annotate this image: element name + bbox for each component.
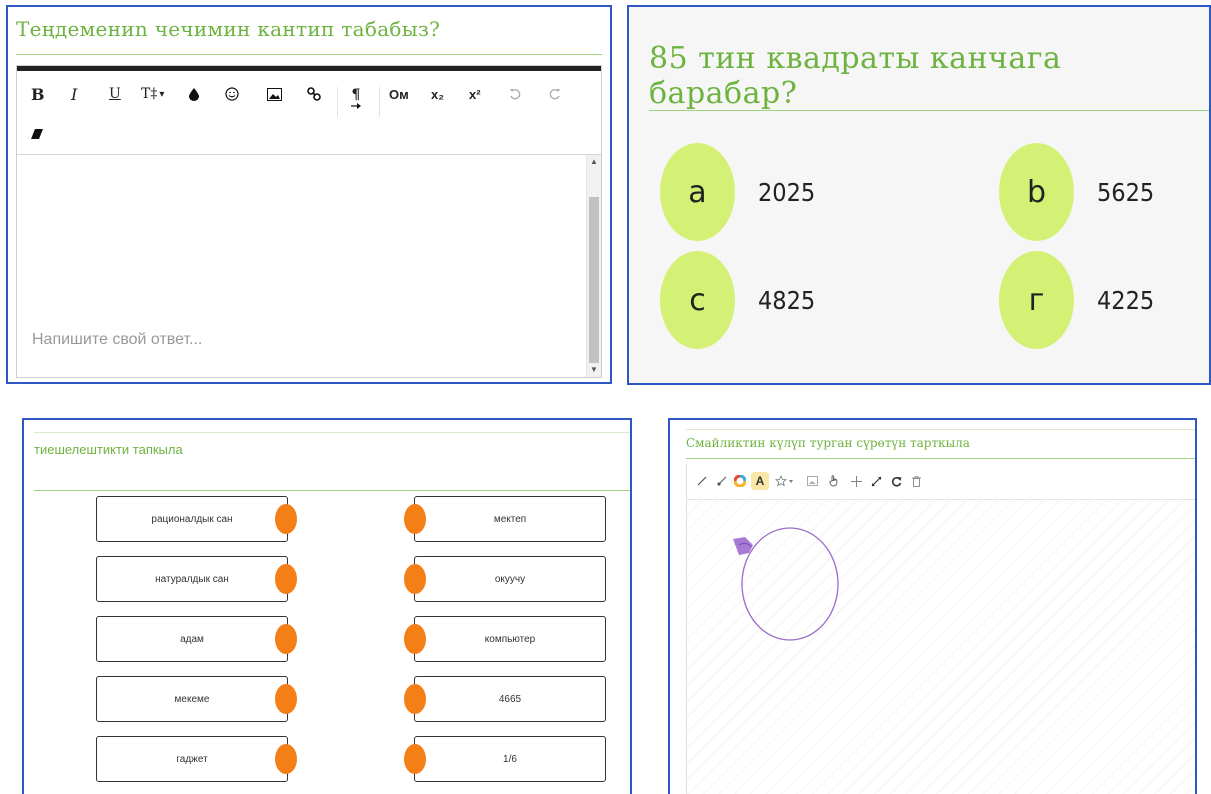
undo-icon	[510, 89, 521, 100]
question-title: 85 тин квадраты канчага барабар?	[649, 41, 1062, 111]
insert-link-button[interactable]	[307, 81, 321, 107]
underline-button[interactable]: U	[109, 81, 121, 107]
font-size-button[interactable]: T‡ ▾	[141, 81, 164, 107]
subscript-button[interactable]: x₂	[431, 81, 444, 107]
scroll-up-icon[interactable]: ▲	[587, 155, 601, 169]
question-title: Смайликтин күлүп турган сүрөтүн тарткыла	[686, 436, 970, 450]
match-right-item[interactable]: 1/6	[414, 736, 606, 782]
divider	[34, 432, 630, 433]
font-size-label: T‡	[141, 86, 158, 102]
drawn-circle	[733, 527, 839, 641]
special-chars-button[interactable]: Ом	[389, 81, 409, 107]
option-letter: г	[999, 251, 1074, 349]
match-right-item[interactable]: мектеп	[414, 496, 606, 542]
pencil-icon[interactable]	[693, 472, 711, 490]
rich-text-editor: B I U T‡ ▾ ¶ Ом x₂ x² Напишите свой отве…	[16, 65, 602, 378]
multiple-choice-panel: 85 тин квадраты канчага барабар? a 2025 …	[627, 5, 1211, 385]
insert-image-button[interactable]	[267, 81, 282, 107]
match-right-connector[interactable]	[404, 684, 426, 714]
link-icon	[307, 87, 321, 101]
match-left-item[interactable]: натуралдык сан	[96, 556, 288, 602]
match-left-connector[interactable]	[275, 684, 297, 714]
pilcrow-icon: ¶	[351, 87, 361, 103]
answer-placeholder: Напишите свой ответ...	[32, 331, 203, 348]
color-wheel-icon[interactable]	[731, 472, 749, 490]
option-value: 4225	[1097, 285, 1155, 315]
image-icon[interactable]	[803, 472, 821, 490]
divider	[686, 429, 1195, 430]
paragraph-direction-button[interactable]: ¶	[351, 81, 361, 115]
move-icon[interactable]	[847, 472, 865, 490]
answer-text-area[interactable]: Напишите свой ответ... ▲ ▼	[17, 155, 601, 377]
option-b[interactable]: b 5625	[999, 143, 1154, 241]
match-left-connector[interactable]	[275, 624, 297, 654]
match-left-item[interactable]: гаджет	[96, 736, 288, 782]
editor-toolbar: B I U T‡ ▾ ¶ Ом x₂ x²	[17, 71, 601, 155]
option-c[interactable]: c 4825	[660, 251, 815, 349]
divider	[16, 54, 602, 55]
toolbar-separator	[379, 87, 380, 117]
smiley-icon	[225, 87, 239, 101]
matching-panel: тиешелештикти тапкыла рационалдык сан на…	[22, 418, 632, 794]
eraser-icon	[31, 129, 43, 139]
arrow-right-icon	[351, 103, 361, 109]
match-right-connector[interactable]	[404, 744, 426, 774]
italic-button[interactable]: I	[71, 81, 77, 107]
redo-icon	[549, 89, 560, 100]
match-left-connector[interactable]	[275, 744, 297, 774]
match-left-connector[interactable]	[275, 564, 297, 594]
question-title: Теңдемениn чечимин кантип табабыз?	[16, 17, 441, 41]
star-icon[interactable]	[773, 472, 797, 490]
undo-button[interactable]	[509, 81, 521, 107]
toolbar-separator	[337, 87, 338, 117]
text-color-button[interactable]	[189, 81, 199, 107]
superscript-button[interactable]: x²	[469, 81, 481, 107]
option-value: 5625	[1097, 177, 1155, 207]
drawing-toolbar: A	[687, 464, 1195, 500]
match-left-connector[interactable]	[275, 504, 297, 534]
drawing-area: A	[686, 464, 1195, 794]
option-letter: b	[999, 143, 1074, 241]
match-right-connector[interactable]	[404, 564, 426, 594]
option-value: 2025	[758, 177, 816, 207]
match-right-connector[interactable]	[404, 504, 426, 534]
divider	[649, 110, 1209, 111]
image-icon	[267, 87, 282, 101]
brush-icon[interactable]	[713, 472, 731, 490]
option-letter: a	[660, 143, 735, 241]
trash-icon[interactable]	[907, 472, 925, 490]
divider	[686, 458, 1195, 459]
redo-icon[interactable]	[887, 472, 905, 490]
bold-button[interactable]: B	[31, 81, 45, 107]
scrollbar[interactable]: ▲ ▼	[586, 155, 601, 377]
match-right-connector[interactable]	[404, 624, 426, 654]
match-right-item[interactable]: компьютер	[414, 616, 606, 662]
option-letter: c	[660, 251, 735, 349]
match-right-item[interactable]: окуучу	[414, 556, 606, 602]
redo-button[interactable]	[549, 81, 561, 107]
scroll-thumb[interactable]	[589, 197, 599, 363]
question-title: тиешелештикти тапкыла	[34, 442, 183, 457]
hand-icon[interactable]	[825, 472, 843, 490]
drawing-panel: Смайликтин күлүп турган сүрөтүн тарткыла…	[668, 418, 1197, 794]
match-right-item[interactable]: 4665	[414, 676, 606, 722]
text-icon[interactable]: A	[751, 472, 769, 490]
chevron-down-icon: ▾	[159, 88, 165, 100]
match-left-item[interactable]: адам	[96, 616, 288, 662]
resize-icon[interactable]	[867, 472, 885, 490]
scroll-down-icon[interactable]: ▼	[587, 363, 601, 377]
option-value: 4825	[758, 285, 816, 315]
text-answer-panel: Теңдемениn чечимин кантип табабыз? B I U…	[6, 5, 612, 384]
drawing-canvas[interactable]	[687, 501, 1195, 794]
match-left-item[interactable]: мекеме	[96, 676, 288, 722]
divider	[34, 490, 630, 491]
option-a[interactable]: a 2025	[660, 143, 815, 241]
option-d[interactable]: г 4225	[999, 251, 1154, 349]
emoji-button[interactable]	[225, 81, 239, 107]
match-left-item[interactable]: рационалдык сан	[96, 496, 288, 542]
clear-format-button[interactable]	[31, 121, 43, 147]
droplet-icon	[189, 87, 199, 101]
